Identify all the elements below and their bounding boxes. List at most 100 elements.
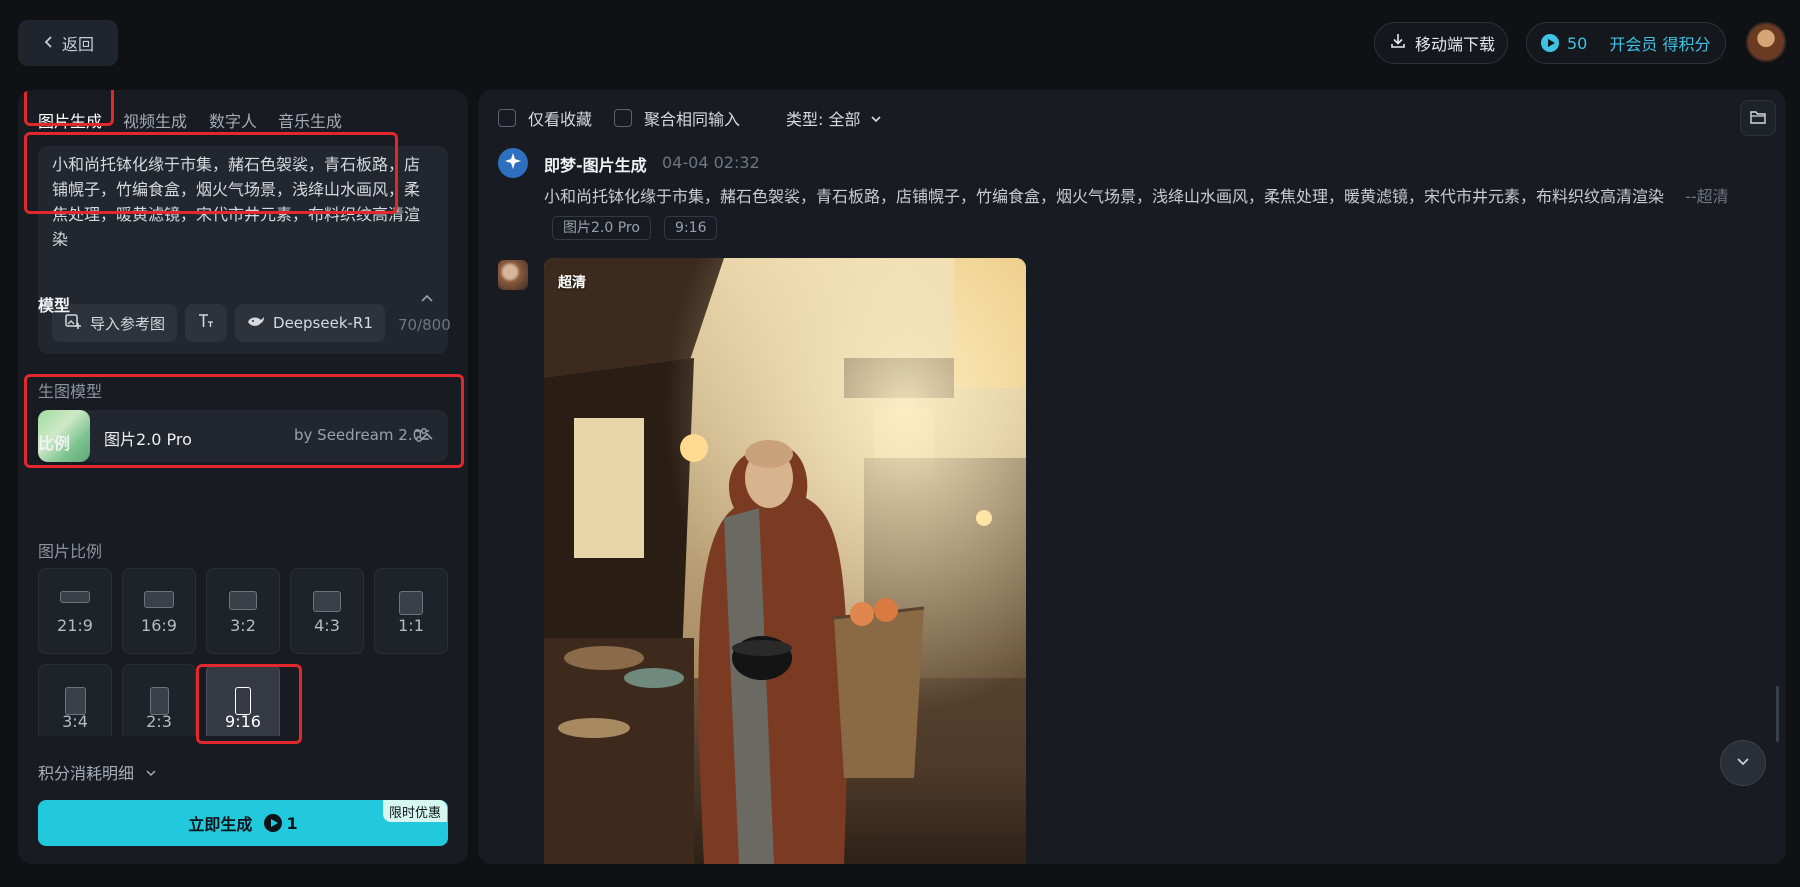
chevron-up-icon[interactable] [420,292,434,310]
scroll-down-button[interactable] [1720,740,1766,786]
membership-pill[interactable]: 50 开会员 得积分 [1526,22,1726,64]
ratio-label: 1:1 [398,616,424,635]
ratio-label: 21:9 [57,616,93,635]
star-sparkle-icon [504,152,522,174]
folder-button[interactable] [1740,100,1776,136]
chevron-down-icon [870,110,882,129]
message-quality-suffix: --超清 [1685,187,1729,206]
cost-detail-label: 积分消耗明细 [38,764,135,783]
model-provider: by Seedream 2.0 [294,426,423,444]
generated-image[interactable]: 超清 [544,258,1026,864]
merge-label: 聚合相同输入 [644,110,741,129]
ratio-option-2-3[interactable]: 2:3 [122,664,196,736]
user-avatar[interactable] [1746,22,1786,62]
chevron-up-icon[interactable] [420,430,434,448]
tab-music-generation[interactable]: 音乐生成 [278,108,342,132]
ratio-label: 9:16 [225,712,261,731]
ratio-shape-icon [399,591,423,615]
prompt-tools: 导入参考图 Deepseek-R1 [52,304,385,342]
generate-label: 立即生成 [188,815,253,834]
generate-cost-value: 1 [286,813,298,833]
ratio-label: 3:2 [230,616,256,635]
back-button[interactable]: 返回 [18,20,118,66]
message-time: 04-04 02:32 [662,153,760,172]
ratio-label: 2:3 [146,712,172,731]
creation-tabs: 图片生成 视频生成 数字人 音乐生成 [18,90,468,146]
favorites-label: 仅看收藏 [528,110,593,129]
ratio-shape-icon [149,687,169,715]
scrollbar[interactable] [1776,686,1779,742]
model-section-title: 模型 [38,296,71,315]
type-filter-label: 类型: 全部 [786,110,861,129]
prompt-box: 小和尚托钵化缘于市集，赭石色袈裟，青石板路，店铺幌子，竹编食盒，烟火气场景，浅绛… [38,146,451,354]
ratio-tag: 9:16 [664,215,718,240]
tab-digital-human[interactable]: 数字人 [209,108,257,132]
prompt-input[interactable]: 小和尚托钵化缘于市集，赭石色袈裟，青石板路，店铺幌子，竹编食盒，烟火气场景，浅绛… [52,152,424,246]
deepseek-label: Deepseek-R1 [273,314,373,332]
generation-panel: 图片生成 视频生成 数字人 音乐生成 小和尚托钵化缘于市集，赭石色袈裟，青石板路… [18,90,468,864]
ratio-option-21-9[interactable]: 21:9 [38,568,112,654]
ratio-option-9-16[interactable]: 9:16 [206,664,280,736]
chevron-down-icon [1735,753,1751,773]
tab-image-generation[interactable]: 图片生成 [38,108,102,132]
model-tag: 图片2.0 Pro [552,215,651,240]
reference-thumbnail[interactable] [498,260,528,290]
tab-video-generation[interactable]: 视频生成 [123,108,187,132]
ratio-sub-label: 图片比例 [38,542,103,561]
ratio-grid: 21:9 16:9 3:2 4:3 1:1 3:4 2:3 9:16 [38,568,458,736]
mobile-download-button[interactable]: 移动端下载 [1374,22,1508,64]
ratio-shape-icon [60,591,90,603]
folder-icon [1750,109,1766,128]
ratio-option-1-1[interactable]: 1:1 [374,568,448,654]
favorites-filter[interactable]: 仅看收藏 [498,106,592,130]
merge-checkbox[interactable] [614,109,632,127]
ratio-label: 3:4 [62,712,88,731]
ratio-option-3-2[interactable]: 3:2 [206,568,280,654]
credit-count: 50 [1567,33,1588,53]
promo-badge: 限时优惠 [383,800,448,822]
generate-cost: 1 [264,813,298,833]
ratio-shape-icon [313,591,341,612]
text-style-button[interactable] [185,304,228,342]
favorites-checkbox[interactable] [498,109,516,127]
ratio-option-4-3[interactable]: 4:3 [290,568,364,654]
ratio-label: 4:3 [314,616,340,635]
ratio-shape-icon [229,591,257,610]
filter-bar: 仅看收藏 聚合相同输入 类型: 全部 [478,90,1786,146]
ratio-section-title: 比例 [38,434,71,453]
message-prompt-text: 小和尚托钵化缘于市集，赭石色袈裟，青石板路，店铺幌子，竹编食盒，烟火气场景，浅绛… [544,187,1665,206]
whale-icon [247,313,265,333]
import-reference-label: 导入参考图 [90,314,166,333]
generated-image-artwork [544,258,1026,864]
bot-avatar [498,148,528,178]
image-quality-badge: 超清 [558,275,586,291]
model-sub-label: 生图模型 [38,382,103,401]
back-label: 返回 [61,35,94,54]
chevron-left-icon [42,34,56,53]
ratio-shape-icon [144,591,174,608]
model-name: 图片2.0 Pro [104,430,192,449]
chevron-down-icon [145,764,157,783]
import-reference-button[interactable]: 导入参考图 [52,304,178,342]
deepseek-button[interactable]: Deepseek-R1 [235,304,385,342]
cost-detail-toggle[interactable]: 积分消耗明细 [38,760,157,784]
merge-filter[interactable]: 聚合相同输入 [614,106,740,130]
membership-link[interactable]: 开会员 得积分 [1609,31,1710,55]
ratio-option-16-9[interactable]: 16:9 [122,568,196,654]
download-label: 移动端下载 [1415,35,1496,54]
message-title: 即梦-图片生成 [544,156,647,175]
ratio-shape-icon [64,687,86,715]
ratio-shape-icon [235,687,251,715]
ratio-option-3-4[interactable]: 3:4 [38,664,112,736]
model-selector[interactable]: 图片2.0 Pro by Seedream 2.0 [38,410,448,462]
top-bar: 返回 移动端下载 50 开会员 得积分 [0,0,1800,86]
character-counter: 70/800 [398,316,451,334]
text-style-icon [197,312,215,334]
credit-coin-icon [264,814,283,832]
credit-coin-icon [1541,34,1559,52]
type-filter-dropdown[interactable]: 类型: 全部 [786,106,882,130]
download-icon [1389,32,1407,54]
results-panel: 仅看收藏 聚合相同输入 类型: 全部 即梦-图片生成 04-04 02:32 小… [478,90,1786,864]
ratio-label: 16:9 [141,616,177,635]
message-prompt[interactable]: 小和尚托钵化缘于市集，赭石色袈裟，青石板路，店铺幌子，竹编食盒，烟火气场景，浅绛… [544,182,1764,242]
